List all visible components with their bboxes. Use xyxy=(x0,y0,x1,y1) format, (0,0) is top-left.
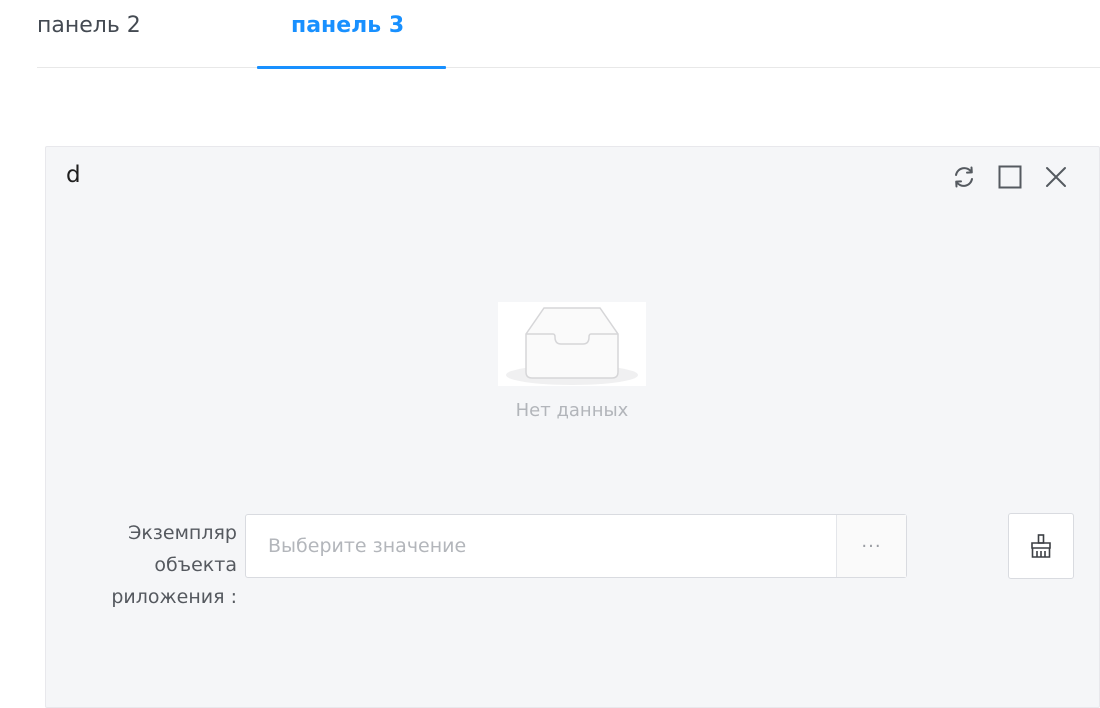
broom-icon xyxy=(1031,534,1051,558)
panel-actions xyxy=(951,163,1069,191)
tab-panel-3[interactable]: панель 3 xyxy=(291,10,404,42)
close-icon[interactable] xyxy=(1043,164,1069,190)
tab-bar: панель 2 панель 3 xyxy=(0,0,1100,69)
clear-button[interactable] xyxy=(1008,513,1074,579)
empty-inbox-icon xyxy=(498,302,646,386)
field-label: Экземпляр объекта риложения : xyxy=(76,517,237,613)
tabs-divider xyxy=(37,67,1100,68)
active-tab-indicator xyxy=(257,66,446,69)
refresh-icon[interactable] xyxy=(951,164,977,190)
field-label-line: объекта xyxy=(154,554,237,576)
object-instance-input[interactable] xyxy=(246,515,836,577)
object-instance-select[interactable]: ··· xyxy=(245,514,907,578)
panel-title: d xyxy=(66,162,81,188)
empty-state-text: Нет данных xyxy=(515,400,629,421)
widget-panel: d Нет данных Экземпляр объекта риложения… xyxy=(45,146,1100,708)
empty-state: Нет данных xyxy=(456,302,688,424)
select-more-button[interactable]: ··· xyxy=(836,515,906,577)
field-label-line: Экземпляр xyxy=(128,522,237,544)
field-label-line: риложения : xyxy=(111,586,237,608)
maximize-icon[interactable] xyxy=(997,164,1023,190)
tab-panel-2[interactable]: панель 2 xyxy=(37,10,141,42)
